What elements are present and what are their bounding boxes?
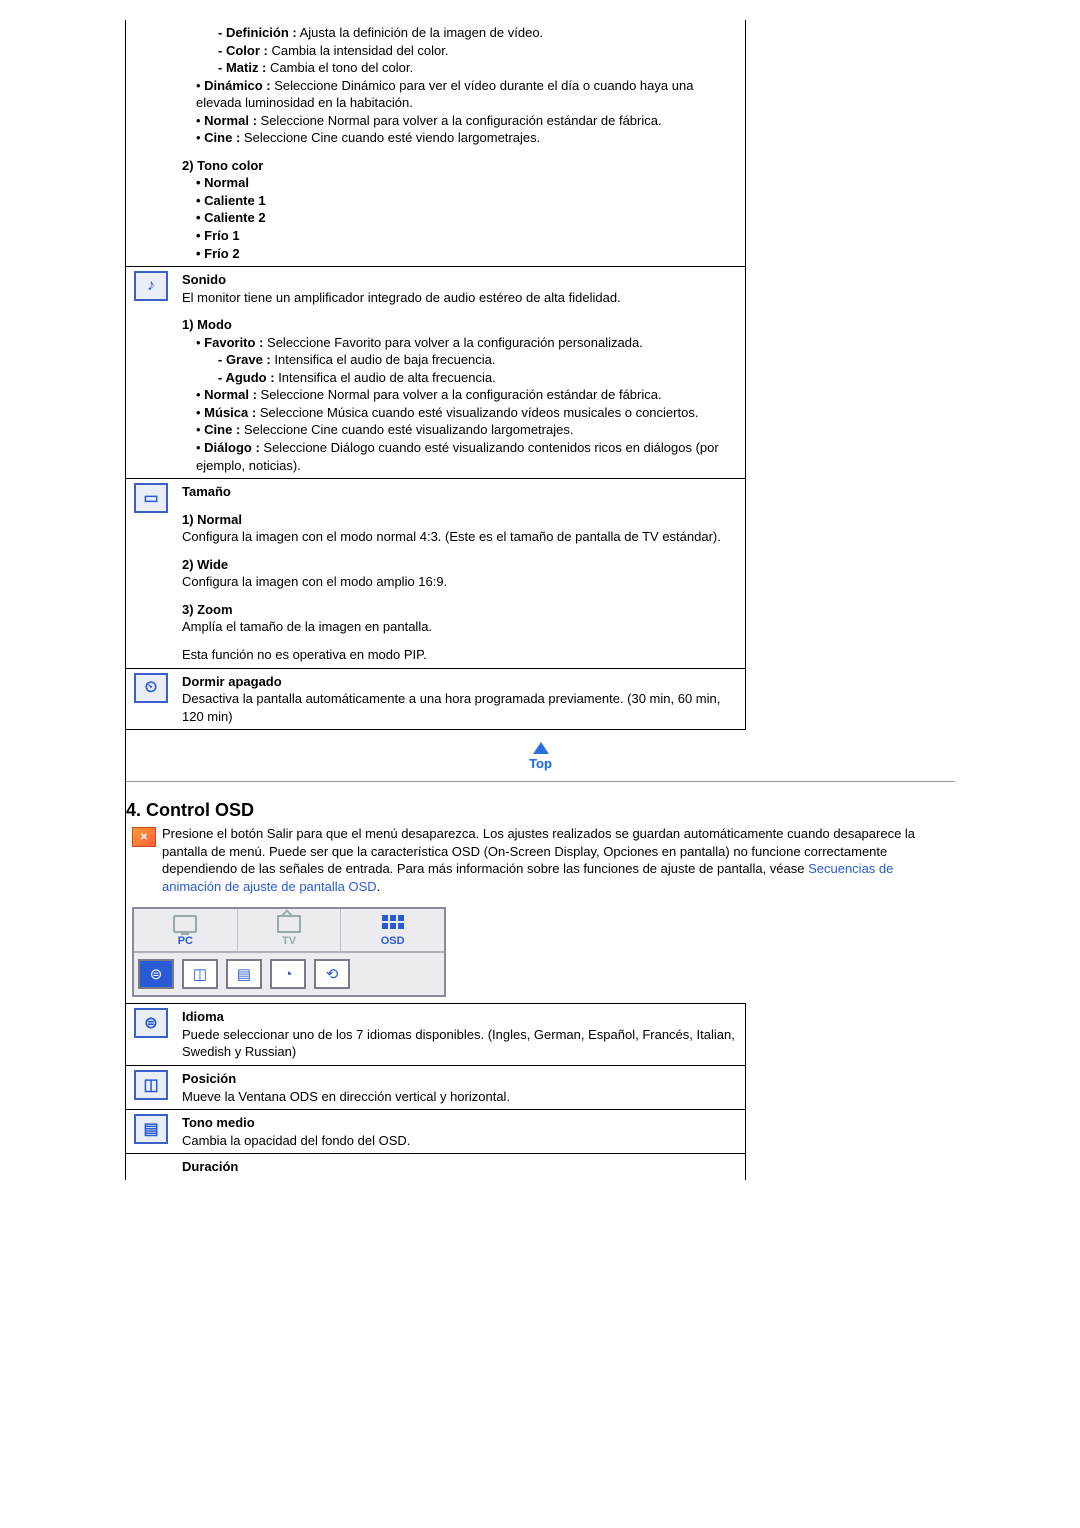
definicion-text: Ajusta la definición de la imagen de víd…: [300, 25, 544, 40]
dormir-title: Dormir apagado: [182, 673, 739, 691]
osd-intro: Presione el botón Salir para que el menú…: [162, 825, 955, 895]
separator: [126, 781, 955, 782]
osd-heading: 4. Control OSD: [126, 800, 955, 821]
definicion-label: - Definición :: [218, 25, 297, 40]
imagen-section: - Definición : Ajusta la definición de l…: [176, 20, 746, 267]
tono-color-heading: 2) Tono color: [182, 157, 739, 175]
normal-label: Normal :: [204, 113, 257, 128]
dinamico-label: Dinámico :: [204, 78, 270, 93]
sleep-icon: ⏲: [134, 673, 168, 703]
posicion-section: Posición Mueve la Ventana ODS en direcci…: [176, 1065, 746, 1109]
osd-mini-language-icon[interactable]: ⊜: [138, 959, 174, 989]
osd-mini-position-icon[interactable]: ◫: [182, 959, 218, 989]
matiz-text: Cambia el tono del color.: [270, 60, 413, 75]
cine-text: Seleccione Cine cuando esté viendo largo…: [244, 130, 540, 145]
up-arrow-icon: [533, 742, 549, 754]
tab-tv[interactable]: TV: [238, 909, 342, 951]
language-icon: ⊜: [134, 1008, 168, 1038]
osd-table: ⊜ Idioma Puede seleccionar uno de los 7 …: [126, 1003, 746, 1179]
sonido-title: Sonido: [182, 271, 739, 289]
grid-icon: [382, 915, 404, 929]
tono-section: Tono medio Cambia la opacidad del fondo …: [176, 1110, 746, 1154]
tamano-section: Tamaño 1) Normal Configura la imagen con…: [176, 479, 746, 668]
matiz-label: - Matiz :: [218, 60, 266, 75]
osd-mini-halftone-icon[interactable]: ▤: [226, 959, 262, 989]
manual-table: - Definición : Ajusta la definición de l…: [126, 20, 746, 730]
pc-icon: [173, 915, 197, 933]
sonido-section: Sonido El monitor tiene un amplificador …: [176, 267, 746, 479]
modo-heading: 1) Modo: [182, 316, 739, 334]
halftone-icon: ▤: [134, 1114, 168, 1144]
top-button[interactable]: Top: [518, 742, 564, 771]
sonido-intro: El monitor tiene un amplificador integra…: [182, 289, 739, 307]
cine-label: Cine :: [204, 130, 240, 145]
tab-pc[interactable]: PC: [134, 909, 238, 951]
color-label: - Color :: [218, 43, 268, 58]
color-text: Cambia la intensidad del color.: [271, 43, 448, 58]
duracion-section: Duración: [176, 1154, 746, 1180]
dinamico-text: Seleccione Dinámico para ver el vídeo du…: [196, 78, 693, 111]
dormir-section: Dormir apagado Desactiva la pantalla aut…: [176, 668, 746, 730]
exit-icon: ✕: [132, 827, 156, 847]
tv-icon: [277, 915, 301, 933]
osd-mini-reset-icon[interactable]: ⟲: [314, 959, 350, 989]
tab-osd[interactable]: OSD: [341, 909, 444, 951]
tamano-title: Tamaño: [182, 483, 739, 501]
idioma-section: Idioma Puede seleccionar uno de los 7 id…: [176, 1004, 746, 1066]
normal-text: Seleccione Normal para volver a la confi…: [261, 113, 662, 128]
osd-mini-duration-icon[interactable]: ◔: [270, 959, 306, 989]
size-icon: ▭: [134, 483, 168, 513]
dormir-text: Desactiva la pantalla automáticamente a …: [182, 690, 739, 725]
sound-icon: ♪: [134, 271, 168, 301]
position-icon: ◫: [134, 1070, 168, 1100]
osd-tabs-panel: PC TV OSD ⊜ ◫ ▤ ◔ ⟲: [132, 907, 446, 997]
